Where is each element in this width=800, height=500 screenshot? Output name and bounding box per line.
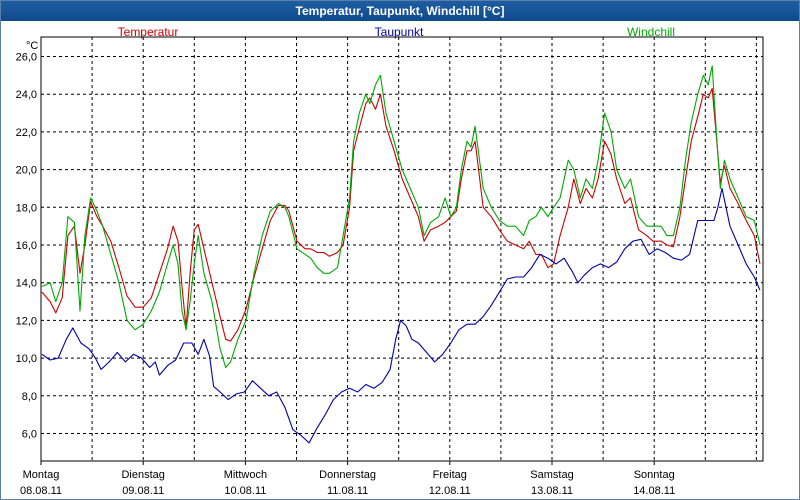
y-tick-label: 22,0 [16,127,37,139]
y-axis: 6,0 8,0 10,0 12,0 14,0 16,0 18,0 20,0 22,0 24,0 26… [16,52,37,441]
x-tick-day: Freitag [433,469,467,481]
legend-windchill: Windchill [627,25,675,39]
x-tick-date: 09.08.11 [122,485,164,497]
y-tick-label: 26,0 [16,52,37,64]
x-tick-date: 13.08.11 [531,485,573,497]
y-tick-label: 18,0 [16,202,37,214]
x-tick-day: Samstag [530,469,573,481]
y-tick-label: 12,0 [16,315,37,327]
legend-temperatur: Temperatur [118,25,179,39]
x-tick-date: 11.08.11 [327,485,368,497]
y-axis-label: °C [26,40,38,52]
x-tick-day: Dienstag [121,469,164,481]
x-tick-day: Montag [23,469,60,481]
x-tick-date: 10.08.11 [224,485,266,497]
y-tick-label: 24,0 [16,89,37,101]
x-tick-day: Sonntag [634,469,675,481]
y-tick-label: 10,0 [16,353,37,365]
x-axis: Montag 08.08.11 Dienstag 09.08.11 Mittwoch 10… [20,461,675,497]
x-tick-day: Mittwoch [224,469,267,481]
chart: 6,0 8,0 10,0 12,0 14,0 16,0 18,0 20,0 22,0 24,0 26… [16,25,764,497]
y-tick-label: 8,0 [22,391,37,403]
y-tick-label: 6,0 [22,429,37,441]
legend-taupunkt: Taupunkt [375,25,424,39]
y-tick-label: 16,0 [16,240,37,252]
x-tick-date: 08.08.11 [20,485,62,497]
x-tick-date: 12.08.11 [429,485,471,497]
x-tick-day: Donnerstag [319,469,376,481]
y-tick-label: 14,0 [16,278,37,290]
x-tick-date: 14.08.11 [633,485,675,497]
y-tick-label: 20,0 [16,165,37,177]
